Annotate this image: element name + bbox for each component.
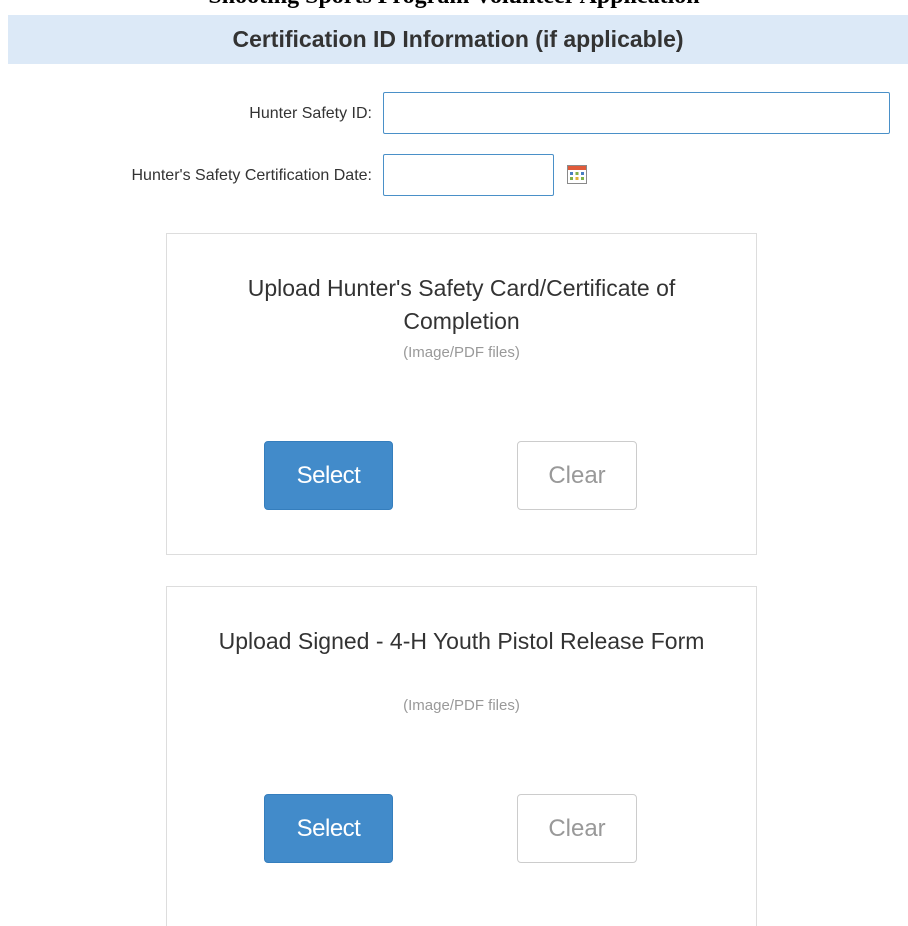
clear-certificate-button[interactable]: Clear (517, 441, 637, 510)
certification-date-label: Hunter's Safety Certification Date: (131, 167, 373, 184)
select-release-form-button[interactable]: Select (264, 794, 393, 863)
clear-release-form-button[interactable]: Clear (517, 794, 637, 863)
page-title-cut: Shooting Sports Program Volunteer Applic… (0, 0, 908, 8)
certification-date-input[interactable] (383, 154, 554, 196)
upload-panel-title: Upload Signed - 4-H Youth Pistol Release… (218, 628, 705, 654)
hunter-safety-id-label: Hunter Safety ID: (249, 105, 372, 122)
upload-panel-hint: (Image/PDF files) (403, 344, 520, 361)
calendar-icon[interactable] (567, 165, 587, 184)
hunter-safety-id-input[interactable] (383, 92, 890, 134)
upload-panel-release-form: Upload Signed - 4-H Youth Pistol Release… (166, 586, 757, 926)
select-certificate-button[interactable]: Select (264, 441, 393, 510)
upload-panel-title: Upload Hunter's Safety Card/Certificate … (247, 275, 676, 334)
upload-panel-certificate: Upload Hunter's Safety Card/Certificate … (166, 233, 757, 555)
upload-panel-hint: (Image/PDF files) (403, 697, 520, 714)
section-title: Certification ID Information (if applica… (232, 26, 684, 52)
section-header: Certification ID Information (if applica… (8, 15, 908, 64)
